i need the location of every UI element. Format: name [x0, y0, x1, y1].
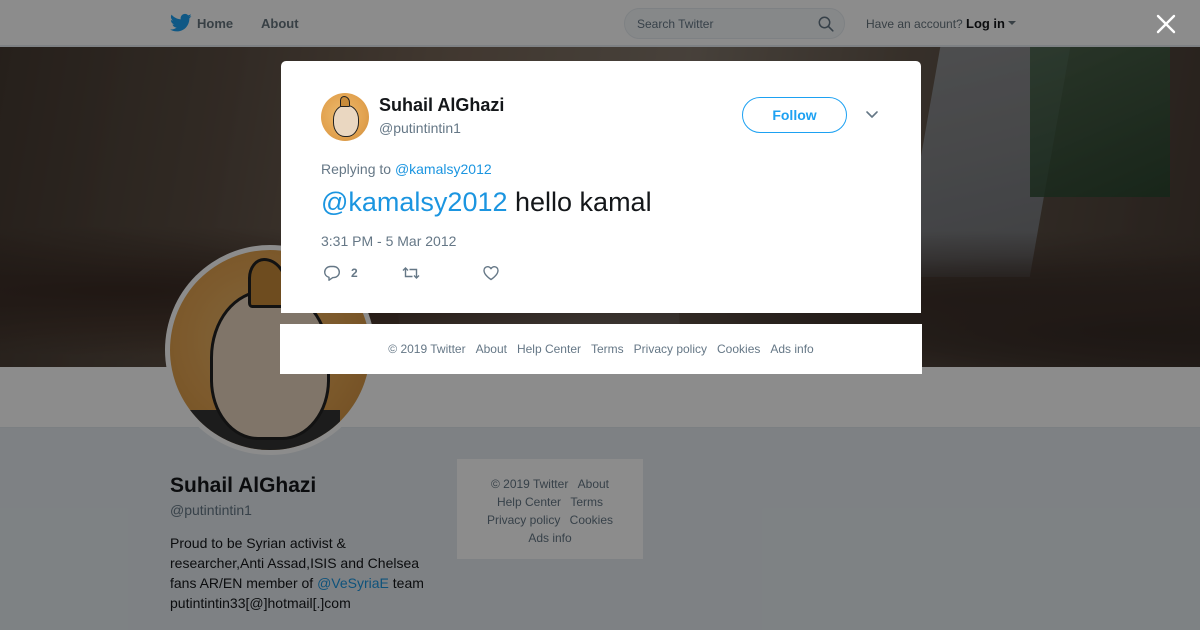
modal-footer-terms-link[interactable]: Terms [591, 342, 624, 356]
modal-footer-help-link[interactable]: Help Center [517, 342, 581, 356]
modal-footer-ads-link[interactable]: Ads info [770, 342, 813, 356]
tweet-author-handle[interactable]: @putintintin1 [379, 120, 461, 136]
replying-to-line: Replying to @kamalsy2012 [321, 161, 492, 177]
reply-icon [324, 265, 340, 281]
tweet-permalink-modal: Suhail AlGhazi @putintintin1 Follow Repl… [281, 61, 921, 313]
close-icon[interactable] [1154, 12, 1178, 36]
reply-button[interactable] [323, 264, 341, 282]
chevron-down-icon[interactable] [865, 109, 879, 121]
heart-icon [483, 266, 499, 281]
tweet-timestamp[interactable]: 3:31 PM - 5 Mar 2012 [321, 233, 456, 249]
like-button[interactable] [482, 264, 500, 282]
modal-footer-copyright: © 2019 Twitter [388, 342, 466, 356]
modal-footer-about-link[interactable]: About [476, 342, 507, 356]
modal-footer-cookies-link[interactable]: Cookies [717, 342, 760, 356]
modal-footer: © 2019 Twitter About Help Center Terms P… [280, 324, 922, 374]
tweet-author-name[interactable]: Suhail AlGhazi [379, 95, 504, 116]
reply-count: 2 [351, 266, 358, 280]
follow-button[interactable]: Follow [742, 97, 847, 133]
replying-to-link[interactable]: @kamalsy2012 [395, 161, 492, 177]
tweet-mention-link[interactable]: @kamalsy2012 [321, 187, 508, 217]
tweet-text: @kamalsy2012 hello kamal [321, 185, 652, 219]
replying-prefix: Replying to [321, 161, 392, 177]
tweet-author-avatar[interactable] [321, 93, 369, 141]
modal-footer-privacy-link[interactable]: Privacy policy [634, 342, 707, 356]
retweet-button[interactable] [402, 264, 420, 282]
tweet-body: hello kamal [507, 187, 652, 217]
retweet-icon [402, 267, 420, 279]
